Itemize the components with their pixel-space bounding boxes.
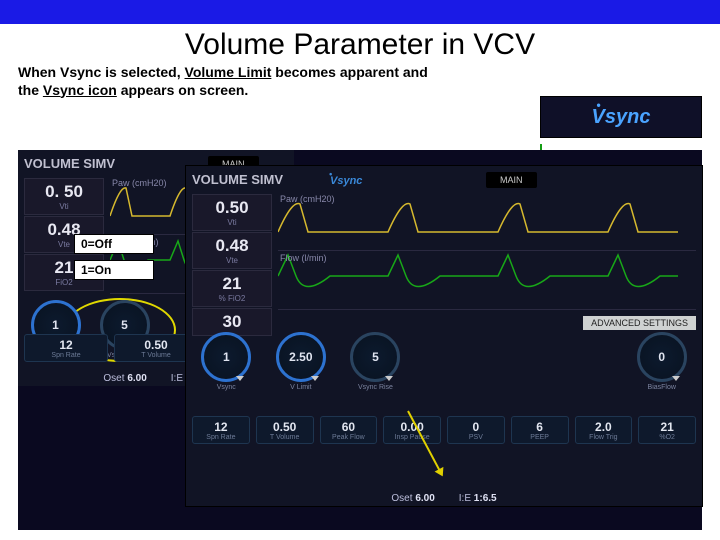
mode-label: VOLUME SIMV [24,156,115,171]
dial-v-limit[interactable]: 2.50V Limit [267,332,336,391]
slide-title: Volume Parameter in VCV [0,28,720,62]
dial-psv[interactable]: 0PSV [447,416,505,444]
dial-spn-rate[interactable]: 12Spn Rate [24,334,108,362]
status-bar: Oset 6.00 I:E 1:6.5 [192,493,696,504]
slide-description: When Vsync is selected, Volume Limit bec… [0,64,466,105]
vsync-badge-large: Vsync [540,96,702,138]
waveform-area: Paw (cmH20) Flow (l/min) [278,192,696,310]
readout-column: 0.50Vti 0.48Vte 21% FiO2 30 [192,194,272,336]
dial-peak-flow[interactable]: 60Peak Flow [320,416,378,444]
legend-off: 0=Off [74,234,154,254]
dial-spn-rate[interactable]: 12Spn Rate [192,416,250,444]
paw-waveform-icon [278,192,678,242]
top-banner [0,0,720,24]
vsync-icon: Vsync [592,106,651,129]
screenshot-stage: VOLUME SIMV MAIN 0. 50Vti 0.48Vte 21FiO2… [18,150,702,530]
readout-vte: 0.48Vte [192,232,272,269]
advanced-settings-label: ADVANCED SETTINGS [583,316,696,330]
ventilator-screen-after: VOLUME SIMV Vsync MAIN 0.50Vti 0.48Vte 2… [186,166,702,506]
vsync-legend: 0=Off 1=On [74,234,154,286]
dial-t-volume[interactable]: 0.50T Volume [256,416,314,444]
readout-vti: 0.50Vti [192,194,272,231]
mode-label: VOLUME SIMV [192,172,283,187]
legend-on: 1=On [74,260,154,280]
readout-vti: 0. 50Vti [24,178,104,215]
readout-fio2: 21% FiO2 [192,270,272,307]
dial-flow-trig[interactable]: 2.0Flow Trig [575,416,633,444]
flow-waveform-icon [278,251,678,301]
dial-peep[interactable]: 6PEEP [511,416,569,444]
main-dial-row: 12Spn Rate 0.50T Volume 60Peak Flow 0.00… [192,416,696,444]
dial-o2[interactable]: 21%O2 [638,416,696,444]
dial-vsync-rise[interactable]: 5Vsync Rise [341,332,410,391]
main-button[interactable]: MAIN [486,172,537,188]
vsync-icon-onscreen: Vsync [326,174,366,188]
advanced-dial-row: 1Vsync 2.50V Limit 5Vsync Rise 0BiasFlow [192,332,696,391]
dial-biasflow[interactable]: 0BiasFlow [627,332,696,391]
dial-vsync[interactable]: 1Vsync [192,332,261,391]
